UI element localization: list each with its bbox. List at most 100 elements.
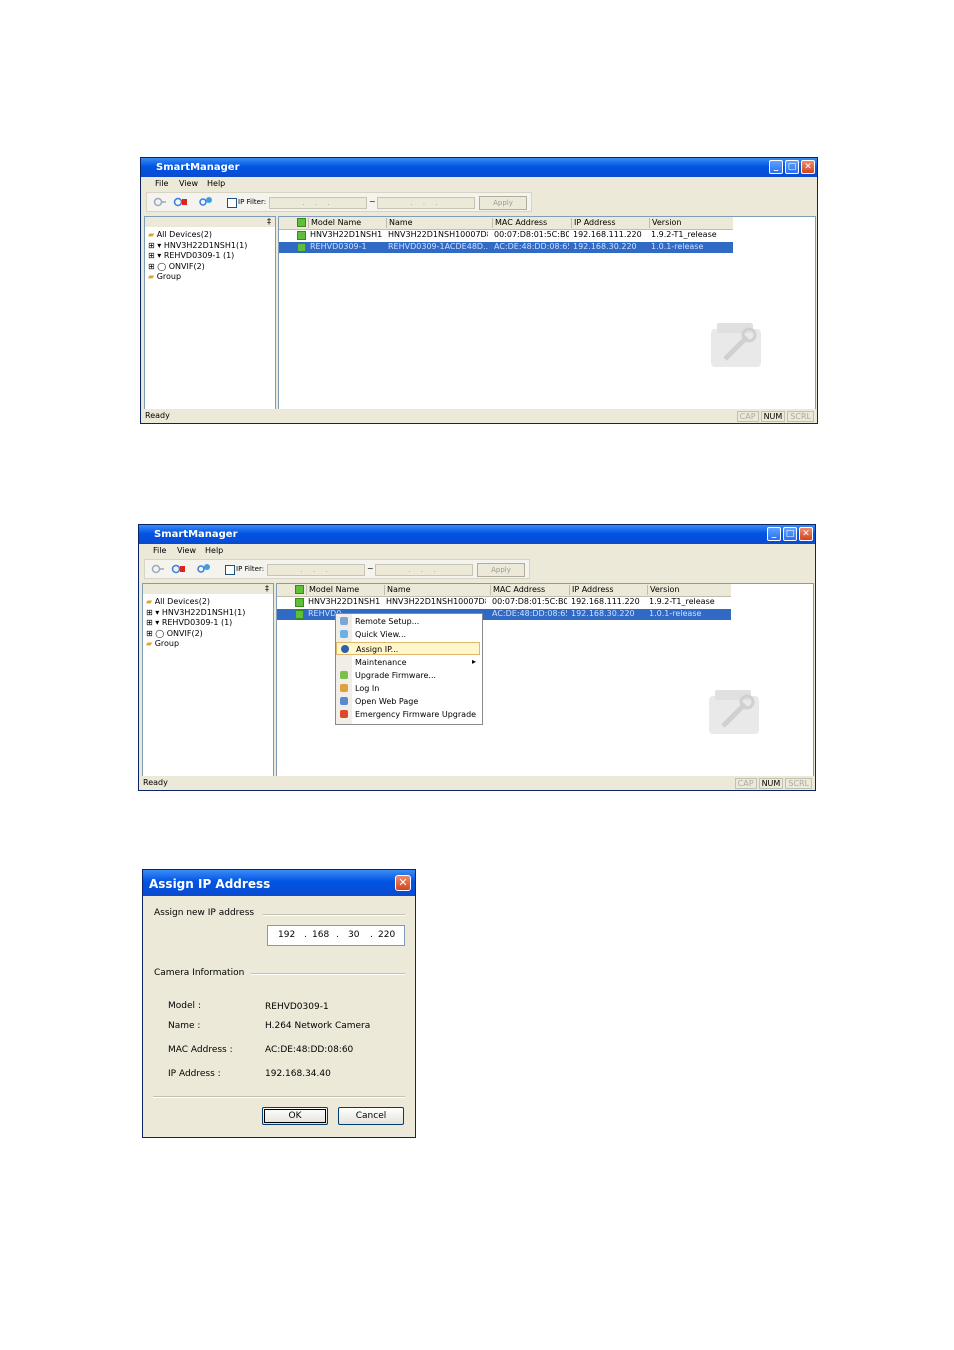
divider xyxy=(251,973,405,975)
tree-item-onvif[interactable]: ⊞ ◯ ONVIF(2) xyxy=(146,629,203,638)
menu-view[interactable]: View xyxy=(177,546,196,555)
cancel-button[interactable]: Cancel xyxy=(338,1107,404,1125)
apply-button[interactable]: Apply xyxy=(479,196,527,210)
cap-indicator: CAP xyxy=(734,778,757,789)
connect-icon[interactable] xyxy=(153,196,167,208)
cap-indicator: CAP xyxy=(736,411,759,422)
maximize-button[interactable]: □ xyxy=(785,160,799,174)
ip-filter-checkbox[interactable] xyxy=(227,198,237,208)
close-icon[interactable]: ✕ xyxy=(395,875,411,891)
num-indicator: NUM xyxy=(758,778,784,789)
row-checkbox[interactable] xyxy=(297,243,306,252)
ip-filter-to[interactable]: . . . xyxy=(375,564,473,576)
tree-item-all-devices[interactable]: ▰ All Devices(2) xyxy=(148,230,212,239)
table-row[interactable]: HNV3H22D1NSH1 HNV3H22D1NSH10007D80... 00… xyxy=(277,597,731,608)
tree-item-group[interactable]: ▰ Group xyxy=(146,639,179,648)
ip-filter-from[interactable]: . . . xyxy=(267,564,365,576)
ip-filter-to[interactable]: . . . xyxy=(377,197,475,209)
remote-setup-icon xyxy=(340,617,348,625)
web-page-icon xyxy=(340,697,348,705)
menu-view[interactable]: View xyxy=(179,179,198,188)
menu-file[interactable]: File xyxy=(155,179,168,188)
ip-value: 192.168.34.40 xyxy=(265,1069,331,1079)
minimize-button[interactable]: _ xyxy=(769,160,783,174)
maximize-button[interactable]: □ xyxy=(783,527,797,541)
menu-item-remote-setup[interactable]: Remote Setup... xyxy=(336,615,480,628)
device-tree-pane: ‡ ▰ All Devices(2) ⊞ ▾ HNV3H22D1NSH1(1) … xyxy=(144,216,276,410)
disconnect-icon[interactable] xyxy=(171,563,185,575)
column-name[interactable]: Name xyxy=(386,218,489,228)
menu-item-open-web-page[interactable]: Open Web Page xyxy=(336,695,480,708)
tree-item-hnv[interactable]: ⊞ ▾ HNV3H22D1NSH1(1) xyxy=(146,608,245,617)
close-button[interactable]: ✕ xyxy=(801,160,815,174)
model-label: Model : xyxy=(168,1001,201,1011)
pin-icon[interactable]: ‡ xyxy=(267,217,271,226)
title-bar: SmartManager _ □ ✕ xyxy=(141,158,817,177)
table-row-selected[interactable]: REHVD0309-1 REHVD0309-1ACDE48D... AC:DE:… xyxy=(279,242,733,253)
menu-item-emergency-firmware-upgrade[interactable]: Emergency Firmware Upgrade xyxy=(336,708,480,721)
menu-file[interactable]: File xyxy=(153,546,166,555)
row-checkbox[interactable] xyxy=(297,231,306,240)
camera-icon: ▾ xyxy=(157,241,162,250)
column-version[interactable]: Version xyxy=(647,585,730,595)
menu-help[interactable]: Help xyxy=(205,546,223,555)
column-mac[interactable]: MAC Address xyxy=(490,585,568,595)
num-indicator: NUM xyxy=(760,411,786,422)
menu-item-quick-view[interactable]: Quick View... xyxy=(336,628,480,641)
pin-icon[interactable]: ‡ xyxy=(265,584,269,593)
ip-range-separator: ~ xyxy=(367,564,374,573)
model-value: REHVD0309-1 xyxy=(265,1002,329,1012)
list-header: Model Name Name MAC Address IP Address V… xyxy=(279,217,733,230)
tree-item-all-devices[interactable]: ▰ All Devices(2) xyxy=(146,597,210,606)
tree-item-onvif[interactable]: ⊞ ◯ ONVIF(2) xyxy=(148,262,205,271)
menu-item-upgrade-firmware[interactable]: Upgrade Firmware... xyxy=(336,669,480,682)
close-button[interactable]: ✕ xyxy=(799,527,813,541)
camera-icon: ▾ xyxy=(155,618,160,627)
window-title: SmartManager xyxy=(154,529,238,540)
upgrade-firmware-icon xyxy=(340,671,348,679)
connect-icon[interactable] xyxy=(151,563,165,575)
apply-button[interactable]: Apply xyxy=(477,563,525,577)
status-bar: Ready CAP NUM SCRL xyxy=(141,409,817,423)
ip-filter-checkbox[interactable] xyxy=(225,565,235,575)
column-name[interactable]: Name xyxy=(384,585,487,595)
menu-item-assign-ip[interactable]: Assign IP... xyxy=(336,642,480,655)
select-all-checkbox[interactable] xyxy=(297,218,306,227)
column-model-name[interactable]: Model Name xyxy=(306,585,383,595)
camera-icon: ▾ xyxy=(157,251,162,260)
search-devices-icon[interactable] xyxy=(199,196,213,208)
row-checkbox[interactable] xyxy=(295,610,304,619)
ip-filter-from[interactable]: . . . xyxy=(269,197,367,209)
toolbar: IP Filter: . . . ~ . . . Apply xyxy=(144,559,530,579)
tree-item-hnv[interactable]: ⊞ ▾ HNV3H22D1NSH1(1) xyxy=(148,241,247,250)
column-ip[interactable]: IP Address xyxy=(571,218,648,228)
context-menu: Remote Setup... Quick View... Assign IP.… xyxy=(335,613,483,725)
row-checkbox[interactable] xyxy=(295,598,304,607)
folder-icon: ▰ xyxy=(148,230,155,239)
menu-item-log-in[interactable]: Log In xyxy=(336,682,480,695)
select-all-checkbox[interactable] xyxy=(295,585,304,594)
column-model-name[interactable]: Model Name xyxy=(308,218,385,228)
search-devices-icon[interactable] xyxy=(197,563,211,575)
disconnect-icon[interactable] xyxy=(173,196,187,208)
tree-item-rehvd[interactable]: ⊞ ▾ REHVD0309-1 (1) xyxy=(148,251,234,260)
menu-item-maintenance[interactable]: Maintenance ▸ xyxy=(336,656,480,669)
menu-help[interactable]: Help xyxy=(207,179,225,188)
section-camera-info: Camera Information xyxy=(154,968,245,978)
ok-button[interactable]: OK xyxy=(262,1107,328,1125)
camera-icon: ▾ xyxy=(155,608,160,617)
divider xyxy=(153,1096,405,1098)
new-ip-input[interactable]: 192 . 168 . 30 . 220 xyxy=(267,925,405,946)
tree-item-group[interactable]: ▰ Group xyxy=(148,272,181,281)
folder-icon: ▰ xyxy=(146,639,153,648)
column-mac[interactable]: MAC Address xyxy=(492,218,570,228)
column-ip[interactable]: IP Address xyxy=(569,585,646,595)
tree-item-rehvd[interactable]: ⊞ ▾ REHVD0309-1 (1) xyxy=(146,618,232,627)
table-row[interactable]: HNV3H22D1NSH1 HNV3H22D1NSH10007D80... 00… xyxy=(279,230,733,241)
tools-watermark-icon xyxy=(709,690,759,734)
onvif-icon: ◯ xyxy=(155,629,165,638)
minimize-button[interactable]: _ xyxy=(767,527,781,541)
status-text: Ready xyxy=(145,411,170,420)
user-icon xyxy=(340,684,348,692)
column-version[interactable]: Version xyxy=(649,218,732,228)
